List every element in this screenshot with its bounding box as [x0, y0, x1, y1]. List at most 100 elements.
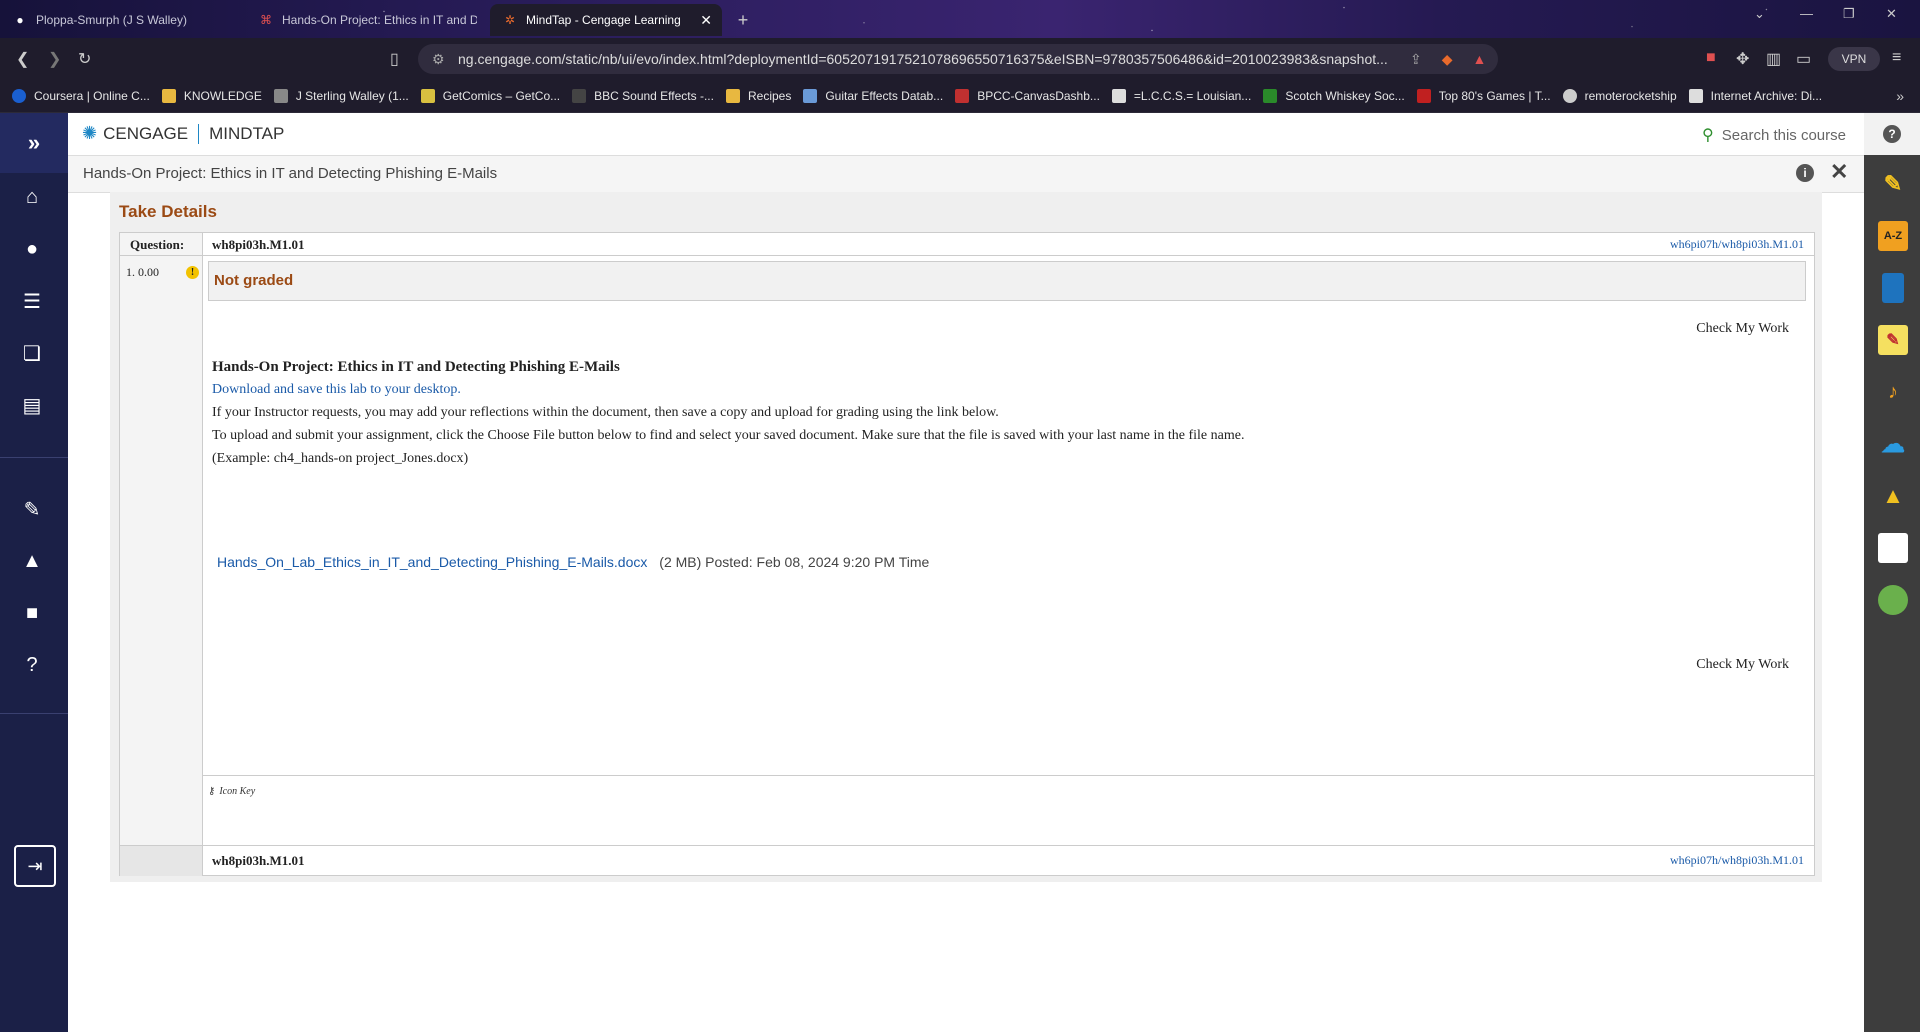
bookmark-item[interactable]: remoterocketship: [1562, 89, 1677, 103]
brave-rewards-icon[interactable]: ▲: [1473, 51, 1487, 67]
help-icon[interactable]: ?: [18, 651, 46, 679]
footer-question-link[interactable]: wh6pi07h/wh8pi03h.M1.01: [1670, 853, 1804, 868]
extensions-icon[interactable]: ✥: [1736, 49, 1749, 69]
user-icon[interactable]: ●: [18, 235, 46, 263]
exit-icon[interactable]: ⇥: [14, 845, 56, 887]
instructions-line-1: If your Instructor requests, you may add…: [212, 405, 999, 420]
key-icon: ⚷: [208, 786, 216, 797]
nav-divider: [0, 713, 68, 714]
question-sidebar-column: [120, 233, 203, 875]
search-placeholder: Search this course: [1721, 126, 1846, 144]
wallet-icon[interactable]: ▭: [1796, 49, 1811, 69]
take-details-panel: Take Details Question: wh8pi03h.M1.01 wh…: [110, 192, 1822, 882]
bookmark-folder[interactable]: KNOWLEDGE: [161, 89, 262, 103]
check-my-work-button[interactable]: Check My Work: [1696, 321, 1789, 337]
books-icon[interactable]: ❏: [18, 339, 46, 367]
bookmark-label: Coursera | Online C...: [34, 89, 150, 103]
tab-github[interactable]: ● Ploppa-Smurph (J S Walley): [0, 4, 240, 36]
google-drive-icon[interactable]: ▲: [1878, 481, 1908, 511]
question-footer-row: wh8pi03h.M1.01 wh6pi07h/wh8pi03h.M1.01: [120, 845, 1814, 876]
bookmark-item[interactable]: J Sterling Walley (1...: [273, 89, 409, 103]
bookmarks-overflow-icon[interactable]: »: [1896, 88, 1904, 104]
achievement-icon[interactable]: [1878, 585, 1908, 615]
uploaded-file-row: Hands_On_Lab_Ethics_in_IT_and_Detecting_…: [217, 554, 929, 570]
instructions-example: (Example: ch4_hands-on project_Jones.doc…: [212, 451, 469, 466]
bookmark-label: BBC Sound Effects -...: [594, 89, 714, 103]
menu-icon[interactable]: ≡: [1892, 49, 1901, 67]
info-icon[interactable]: i: [1796, 164, 1814, 182]
bookmark-item[interactable]: BPCC-CanvasDashb...: [955, 89, 1100, 103]
back-icon[interactable]: ❮: [16, 49, 29, 69]
expand-nav-button[interactable]: »: [0, 113, 68, 173]
bookmark-item[interactable]: Coursera | Online C...: [12, 89, 150, 103]
bookmark-favicon: [273, 89, 288, 103]
bookmark-label: Top 80's Games | T...: [1438, 89, 1551, 103]
readspeaker-icon[interactable]: ♪: [1878, 377, 1908, 407]
site-info-icon[interactable]: ⚙: [432, 51, 445, 68]
notebook-icon[interactable]: [1878, 533, 1908, 563]
footer-sidebar-cell: [120, 846, 202, 876]
sidebar-icon[interactable]: ▥: [1766, 49, 1781, 69]
extension-icon[interactable]: ■: [1706, 49, 1716, 67]
question-score: 1. 0.00: [126, 265, 159, 279]
folder-icon: [161, 89, 176, 103]
tab-hands-on[interactable]: ⌘ Hands-On Project: Ethics in IT and D: [246, 4, 486, 36]
bookmark-item[interactable]: GetComics – GetCo...: [420, 89, 560, 103]
folder-icon: [725, 89, 740, 103]
close-icon[interactable]: ✕: [1830, 159, 1848, 185]
bookmark-icon[interactable]: ▯: [390, 49, 399, 69]
grading-status: Not graded: [214, 272, 294, 289]
bookmark-item[interactable]: Internet Archive: Di...: [1688, 89, 1822, 103]
bookmark-folder[interactable]: Recipes: [725, 89, 791, 103]
onedrive-icon[interactable]: ☁: [1878, 429, 1908, 459]
close-window-icon[interactable]: ✕: [1886, 6, 1897, 22]
highlighter-icon[interactable]: ✎: [1878, 169, 1908, 199]
assignment-title: Hands-On Project: Ethics in IT and Detec…: [212, 359, 620, 375]
home-icon[interactable]: ⌂: [18, 183, 46, 211]
minimize-icon[interactable]: —: [1800, 6, 1813, 21]
glossary-icon[interactable]: A-Z: [1878, 221, 1908, 251]
ebook-icon[interactable]: [1882, 273, 1904, 303]
vpn-button[interactable]: VPN: [1828, 47, 1880, 71]
close-tab-icon[interactable]: ✕: [700, 12, 712, 29]
tab-mindtap[interactable]: ✲ MindTap - Cengage Learning ✕: [490, 4, 722, 36]
archive-icon: [1688, 89, 1703, 103]
question-link[interactable]: wh6pi07h/wh8pi03h.M1.01: [1670, 237, 1804, 252]
icon-key[interactable]: ⚷ Icon Key: [208, 786, 255, 797]
download-lab-link[interactable]: Download and save this lab to your deskt…: [212, 382, 461, 398]
bookmark-item[interactable]: Scotch Whiskey Soc...: [1263, 89, 1405, 103]
share-icon[interactable]: ⇪: [1410, 51, 1422, 68]
cengage-favicon: ⌘: [260, 13, 272, 27]
notes-icon[interactable]: ✎: [1878, 325, 1908, 355]
url-bar[interactable]: ⚙ ng.cengage.com/static/nb/ui/evo/index.…: [418, 44, 1498, 74]
app-header: ✺ CENGAGE MINDTAP ⚲ Search this course: [68, 113, 1864, 156]
bookmark-item[interactable]: Top 80's Games | T...: [1416, 89, 1551, 103]
help-button[interactable]: ?: [1864, 113, 1920, 155]
reader-icon[interactable]: ▤: [18, 391, 46, 419]
bookmark-label: J Sterling Walley (1...: [295, 89, 409, 103]
question-table: Question: wh8pi03h.M1.01 wh6pi07h/wh8pi0…: [119, 232, 1815, 876]
brave-shield-icon[interactable]: ◆: [1442, 51, 1453, 68]
forward-icon[interactable]: ❯: [48, 49, 61, 69]
bookmark-item[interactable]: =L.C.C.S.= Louisian...: [1111, 89, 1251, 103]
restore-icon[interactable]: ❐: [1843, 6, 1855, 22]
browser-tab-bar: ● Ploppa-Smurph (J S Walley) ⌘ Hands-On …: [0, 0, 1920, 38]
bookmark-item[interactable]: Guitar Effects Datab...: [803, 89, 943, 103]
bookmark-label: KNOWLEDGE: [183, 89, 262, 103]
cengage-mindtap-logo[interactable]: ✺ CENGAGE MINDTAP: [82, 123, 284, 144]
uploaded-file-link[interactable]: Hands_On_Lab_Ethics_in_IT_and_Detecting_…: [217, 554, 647, 570]
bookmark-favicon: [955, 89, 970, 103]
briefcase-icon[interactable]: ■: [18, 599, 46, 627]
icon-key-label: Icon Key: [219, 786, 256, 797]
question-id: wh8pi03h.M1.01: [212, 237, 305, 252]
graduation-cap-icon[interactable]: ▲: [18, 547, 46, 575]
course-search[interactable]: ⚲ Search this course: [1702, 125, 1846, 145]
wrench-icon[interactable]: ✎: [18, 495, 46, 523]
bookmark-item[interactable]: BBC Sound Effects -...: [572, 89, 714, 103]
tab-search-icon[interactable]: ⌄: [1754, 6, 1765, 22]
new-tab-button[interactable]: +: [732, 9, 754, 31]
check-my-work-button-bottom[interactable]: Check My Work: [1696, 657, 1789, 673]
list-icon[interactable]: ☰: [18, 287, 46, 315]
bookmark-favicon: [803, 89, 818, 103]
reload-icon[interactable]: ↻: [78, 49, 91, 69]
